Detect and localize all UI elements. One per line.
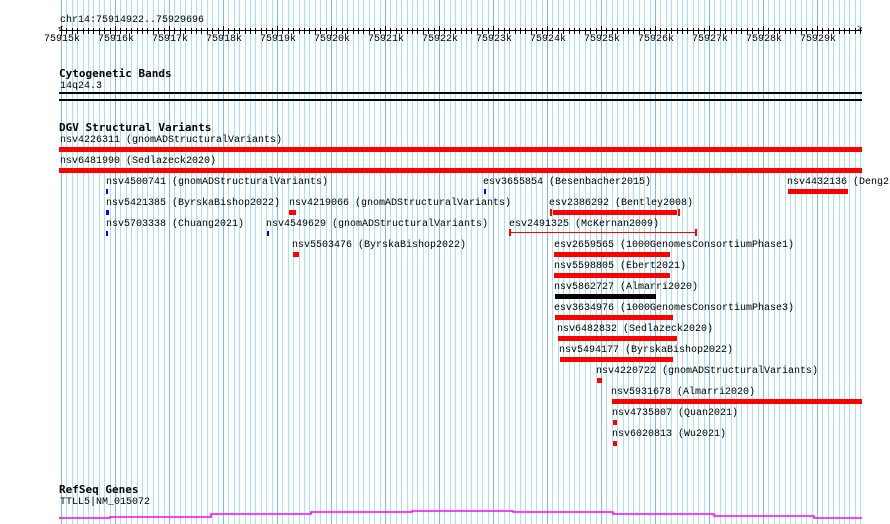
gene-line[interactable] <box>59 510 862 519</box>
gene-model[interactable] <box>0 0 890 524</box>
